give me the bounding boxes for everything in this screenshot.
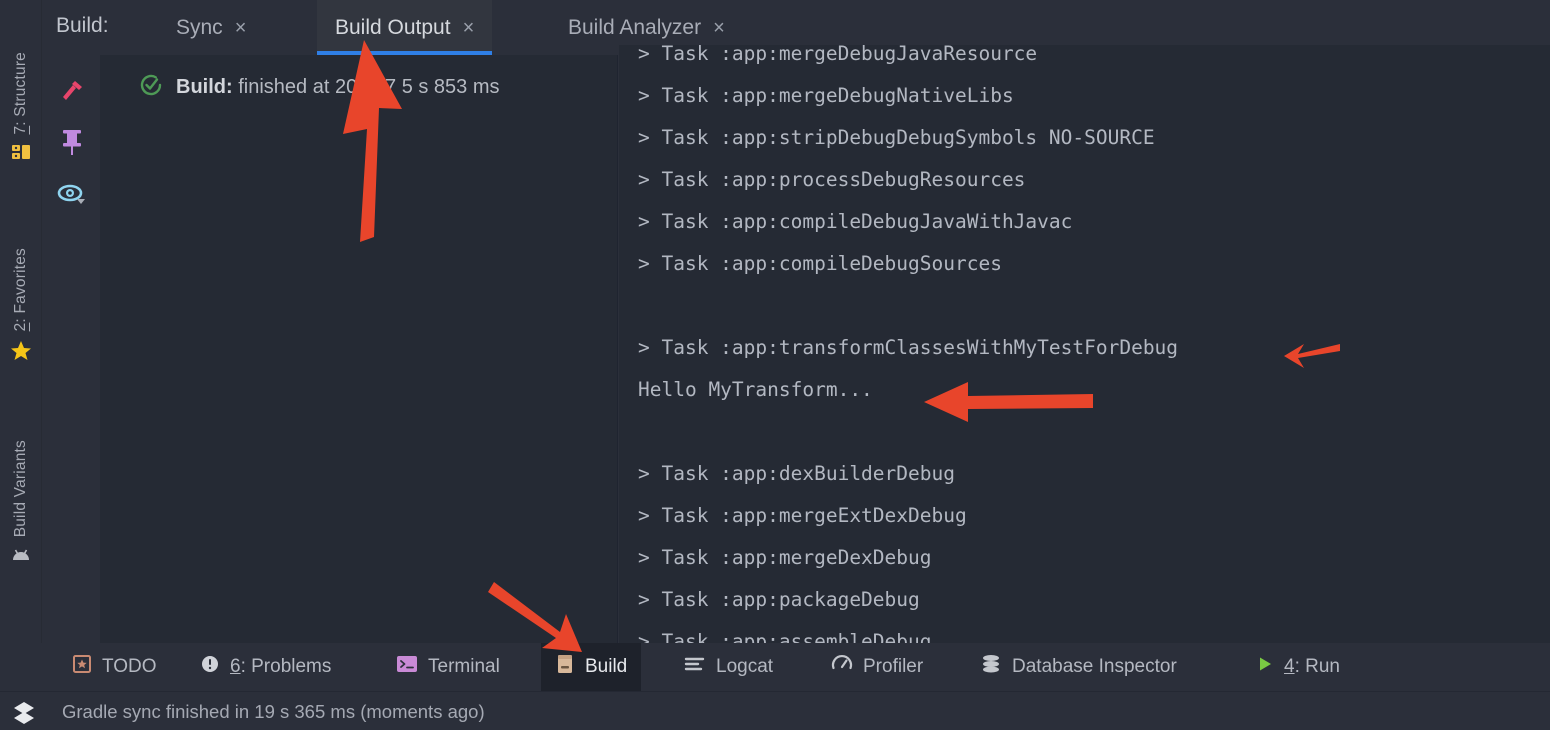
run-mnemonic: 4 bbox=[1284, 656, 1295, 677]
tool-button-database-inspector-label: Database Inspector bbox=[1012, 656, 1177, 677]
tool-button-problems-label: 6: Problems bbox=[230, 656, 331, 678]
build-log-line bbox=[638, 285, 1178, 327]
build-status-detail: finished at 2021/7 bbox=[238, 76, 397, 98]
build-status-label: Build: bbox=[176, 76, 233, 98]
sidebar-item-favorites-label: 2: Favorites bbox=[12, 248, 30, 331]
tool-button-terminal[interactable]: Terminal bbox=[382, 643, 514, 691]
tool-button-todo-label: TODO bbox=[102, 656, 157, 677]
build-log-line: > Task :app:dexBuilderDebug bbox=[638, 462, 955, 485]
tool-button-todo[interactable]: TODO bbox=[58, 643, 171, 691]
tool-button-terminal-label: Terminal bbox=[428, 656, 500, 677]
tool-button-build[interactable]: Build bbox=[541, 643, 642, 691]
tool-button-profiler-label: Profiler bbox=[863, 656, 924, 677]
eye-icon[interactable] bbox=[56, 179, 88, 211]
hammer-icon[interactable] bbox=[56, 75, 88, 107]
android-icon bbox=[9, 547, 33, 572]
build-panel-title: Build: bbox=[56, 14, 109, 37]
build-log-line: > Task :app:mergeExtDexDebug bbox=[638, 504, 967, 527]
problems-text: : Problems bbox=[240, 656, 332, 677]
close-icon[interactable]: × bbox=[235, 18, 247, 38]
sidebar-item-favorites[interactable]: 2: Favorites bbox=[0, 248, 42, 368]
build-log-line: Hello MyTransform... bbox=[638, 378, 873, 401]
logcat-icon bbox=[684, 655, 706, 679]
android-studio-build-window: 7: Structure 2: Favorites Build Variants… bbox=[0, 0, 1550, 730]
build-log-lines: > Task :app:mergeDebugJavaResource > Task… bbox=[638, 45, 1178, 643]
build-log-line bbox=[638, 411, 1178, 453]
build-log-line: > Task :app:transformClassesWithMyTestFo… bbox=[638, 336, 1179, 359]
layers-icon[interactable] bbox=[10, 698, 38, 730]
sidebar-item-build-variants[interactable]: Build Variants bbox=[0, 440, 42, 572]
tool-button-database-inspector[interactable]: Database Inspector bbox=[966, 643, 1191, 691]
terminal-icon bbox=[396, 654, 418, 680]
sidebar-item-structure[interactable]: 7: Structure bbox=[0, 52, 42, 168]
build-status-text: Build: finished at 2021/7 5 s 853 ms bbox=[176, 76, 500, 99]
build-log-line: > Task :app:mergeDexDebug bbox=[638, 546, 932, 569]
profiler-icon bbox=[831, 653, 853, 681]
build-log-line: > Task :app:assembleDebug bbox=[638, 630, 932, 643]
structure-icon bbox=[10, 141, 32, 168]
run-icon bbox=[1256, 655, 1274, 679]
todo-icon bbox=[72, 654, 92, 680]
build-output-log[interactable]: > Task :app:mergeDebugJavaResource > Task… bbox=[619, 45, 1550, 643]
build-log-line: > Task :app:stripDebugDebugSymbols NO-SO… bbox=[638, 126, 1155, 149]
tool-button-run[interactable]: 4: Run bbox=[1242, 643, 1354, 691]
build-log-line: > Task :app:compileDebugJavaWithJavac bbox=[638, 210, 1073, 233]
problems-icon bbox=[200, 654, 220, 680]
sidebar-item-structure-label: 7: Structure bbox=[12, 52, 30, 135]
tool-button-build-label: Build bbox=[585, 656, 628, 677]
build-log-line: > Task :app:packageDebug bbox=[638, 588, 920, 611]
build-status-duration: 5 s 853 ms bbox=[401, 76, 500, 98]
sidebar-favorites-mnemonic: 2 bbox=[12, 322, 29, 332]
sidebar-structure-text: : Structure bbox=[12, 52, 29, 126]
status-bar: Gradle sync finished in 19 s 365 ms (mom… bbox=[0, 691, 1550, 730]
build-icon bbox=[555, 653, 575, 681]
sidebar-item-build-variants-label: Build Variants bbox=[12, 440, 29, 538]
tab-build-output-label: Build Output bbox=[335, 15, 451, 39]
build-status-row[interactable]: Build: finished at 2021/7 5 s 853 ms bbox=[138, 72, 500, 103]
build-output-toolbar bbox=[42, 55, 100, 643]
tool-button-problems[interactable]: 6: Problems bbox=[186, 643, 345, 691]
close-icon[interactable]: × bbox=[713, 18, 725, 38]
tool-button-run-label: 4: Run bbox=[1284, 656, 1340, 678]
problems-mnemonic: 6 bbox=[230, 656, 241, 677]
sidebar-favorites-text: : Favorites bbox=[12, 248, 29, 323]
tab-sync-label: Sync bbox=[176, 15, 223, 39]
build-log-line: > Task :app:compileDebugSources bbox=[638, 252, 1002, 275]
status-bar-message: Gradle sync finished in 19 s 365 ms (mom… bbox=[62, 701, 485, 722]
build-log-line: > Task :app:mergeDebugJavaResource bbox=[638, 45, 1038, 65]
tool-window-bar: TODO 6: Problems Terminal Build Logcat P… bbox=[0, 643, 1550, 691]
build-log-line: > Task :app:mergeDebugNativeLibs bbox=[638, 84, 1014, 107]
star-icon bbox=[9, 339, 33, 368]
build-log-line: > Task :app:processDebugResources bbox=[638, 168, 1026, 191]
check-circle-icon bbox=[138, 72, 164, 103]
run-text: : Run bbox=[1294, 656, 1340, 677]
tool-button-logcat-label: Logcat bbox=[716, 656, 774, 677]
left-tool-strip: 7: Structure 2: Favorites Build Variants bbox=[0, 0, 42, 695]
database-icon bbox=[980, 653, 1002, 681]
tool-button-profiler[interactable]: Profiler bbox=[817, 643, 937, 691]
pin-icon[interactable] bbox=[56, 127, 88, 159]
tab-sync[interactable]: Sync × bbox=[158, 0, 264, 55]
tab-build-output[interactable]: Build Output × bbox=[317, 0, 493, 55]
sidebar-structure-mnemonic: 7 bbox=[12, 125, 29, 135]
tab-build-analyzer-label: Build Analyzer bbox=[568, 15, 702, 39]
close-icon[interactable]: × bbox=[463, 18, 475, 38]
build-tree-panel[interactable]: Build: finished at 2021/7 5 s 853 ms bbox=[100, 55, 618, 643]
tool-button-logcat[interactable]: Logcat bbox=[670, 643, 787, 691]
